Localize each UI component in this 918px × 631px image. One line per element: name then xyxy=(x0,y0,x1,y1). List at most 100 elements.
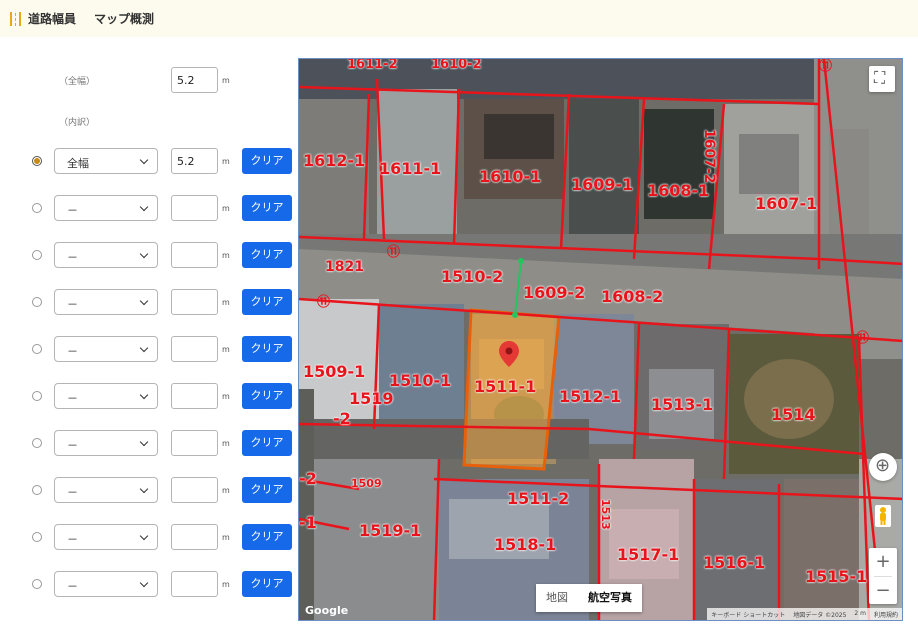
parcel-label: 1512-1 xyxy=(559,387,622,406)
row-radio[interactable] xyxy=(32,297,42,307)
scale-text: 2 m xyxy=(854,610,866,617)
clear-button[interactable]: クリア xyxy=(242,195,292,221)
unit-label: m xyxy=(222,580,230,589)
row-width-input[interactable] xyxy=(171,289,218,315)
parcel-label: 1519 xyxy=(349,389,394,408)
row-type-select[interactable]: － xyxy=(54,524,158,550)
row-width-input[interactable] xyxy=(171,430,218,456)
recenter-icon[interactable] xyxy=(869,453,897,481)
chevron-down-icon xyxy=(139,390,149,400)
clear-button[interactable]: クリア xyxy=(242,571,292,597)
row-type-select[interactable]: － xyxy=(54,336,158,362)
chevron-down-icon xyxy=(139,343,149,353)
chevron-down-icon xyxy=(139,202,149,212)
app-logo-icon xyxy=(10,11,21,26)
fullscreen-button[interactable] xyxy=(869,66,895,92)
row-radio[interactable] xyxy=(32,344,42,354)
parcel-label: 1509-1 xyxy=(303,362,366,381)
unit-label: m xyxy=(222,439,230,448)
row-width-input[interactable]: 5.2 xyxy=(171,148,218,174)
clear-button[interactable]: クリア xyxy=(242,383,292,409)
zoom-in-button[interactable]: + xyxy=(869,548,897,576)
page-title: 道路幅員 xyxy=(28,12,77,26)
unit-label: m xyxy=(222,486,230,495)
parcel-label: 1511-1 xyxy=(474,377,537,396)
row-type-select[interactable]: － xyxy=(54,430,158,456)
overall-width-input[interactable]: 5.2 xyxy=(171,67,218,93)
clear-button[interactable]: クリア xyxy=(242,289,292,315)
chevron-down-icon xyxy=(139,484,149,494)
parcel-label: 1610-1 xyxy=(479,167,542,186)
row-type-select[interactable]: － xyxy=(54,383,158,409)
parcel-label: 1509 xyxy=(351,477,382,490)
row-type-select[interactable]: － xyxy=(54,571,158,597)
parcel-label: 1517-1 xyxy=(617,545,680,564)
row-width-input[interactable] xyxy=(171,477,218,503)
road-marker: ⑪ xyxy=(387,245,401,260)
road-marker: ⑪ xyxy=(819,59,833,74)
zoom-control: + − xyxy=(869,548,897,604)
parcel-label: 1514 xyxy=(771,405,816,424)
row-radio[interactable] xyxy=(32,438,42,448)
parcel-label: -1 xyxy=(299,513,317,532)
clear-button[interactable]: クリア xyxy=(242,524,292,550)
overall-width-label: （全幅） xyxy=(59,77,96,87)
row-radio[interactable] xyxy=(32,156,42,166)
row-radio[interactable] xyxy=(32,532,42,542)
clear-button[interactable]: クリア xyxy=(242,430,292,456)
parcel-label: 1519-1 xyxy=(359,521,422,540)
unit-label: m xyxy=(222,251,230,260)
row-radio[interactable] xyxy=(32,203,42,213)
parcel-label: 1607-1 xyxy=(755,194,818,213)
parcel-label: 1511-2 xyxy=(507,489,570,508)
row-type-select[interactable]: 全幅 xyxy=(54,148,158,174)
row-width-input[interactable] xyxy=(171,195,218,221)
unit-label: m xyxy=(222,392,230,401)
row-type-value: － xyxy=(67,533,78,546)
clear-button[interactable]: クリア xyxy=(242,477,292,503)
row-width-input[interactable] xyxy=(171,571,218,597)
parcel-label: 1510-2 xyxy=(441,267,504,286)
row-radio[interactable] xyxy=(32,485,42,495)
row-type-select[interactable]: － xyxy=(54,242,158,268)
row-type-value: － xyxy=(67,486,78,499)
map-type-map-button[interactable]: 地図 xyxy=(536,584,578,612)
parcel-label: 1518-1 xyxy=(494,535,557,554)
parcel-label: 1510-1 xyxy=(389,371,452,390)
clear-button[interactable]: クリア xyxy=(242,242,292,268)
row-radio[interactable] xyxy=(32,579,42,589)
row-width-input[interactable] xyxy=(171,524,218,550)
map-type-aerial-button[interactable]: 航空写真 xyxy=(578,584,642,612)
row-radio[interactable] xyxy=(32,391,42,401)
row-type-value: － xyxy=(67,298,78,311)
row-type-select[interactable]: － xyxy=(54,477,158,503)
map-data-text: 地図データ ©2025 xyxy=(793,612,847,619)
parcel-label: 1608-1 xyxy=(647,181,710,200)
terms-link[interactable]: 利用規約 xyxy=(874,610,898,620)
unit-label: m xyxy=(222,345,230,354)
row-type-select[interactable]: － xyxy=(54,195,158,221)
row-radio[interactable] xyxy=(32,250,42,260)
unit-label: m xyxy=(222,533,230,542)
row-type-select[interactable]: － xyxy=(54,289,158,315)
road-marker: ⑪ xyxy=(856,331,870,346)
unit-label: m xyxy=(222,157,230,166)
map-view[interactable]: 1611-2 1610-2 1612-1 1611-1 1610-1 1609-1 1608… xyxy=(298,58,903,621)
row-width-input[interactable] xyxy=(171,383,218,409)
chevron-down-icon xyxy=(139,531,149,541)
pegman-icon[interactable] xyxy=(875,505,891,527)
row-width-input[interactable] xyxy=(171,336,218,362)
zoom-out-button[interactable]: − xyxy=(869,577,897,605)
unit-label: m xyxy=(222,76,230,85)
row-type-value: － xyxy=(67,204,78,217)
keyboard-shortcuts-link[interactable]: キーボード ショートカット xyxy=(711,610,785,620)
clear-button[interactable]: クリア xyxy=(242,148,292,174)
parcel-label: 1608-2 xyxy=(601,287,664,306)
row-width-input[interactable] xyxy=(171,242,218,268)
row-type-value: － xyxy=(67,345,78,358)
parcel-label: 1513 xyxy=(599,499,612,530)
clear-button[interactable]: クリア xyxy=(242,336,292,362)
map-type-toggle: 地図 航空写真 xyxy=(536,584,642,612)
chevron-down-icon xyxy=(139,578,149,588)
app-header: 道路幅員 マップ概測 xyxy=(0,0,918,37)
